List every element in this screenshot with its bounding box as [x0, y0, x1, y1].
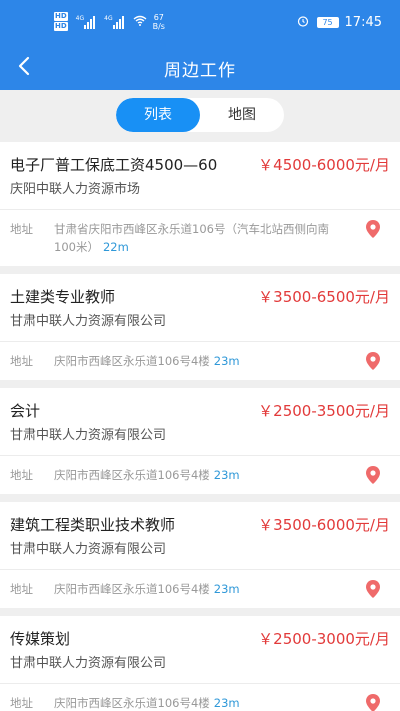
job-card-address: 地址 甘肃省庆阳市西峰区永乐道106号（汽车北站西侧向南100米） 22m — [0, 210, 400, 266]
clock-time: 17:45 — [344, 15, 382, 30]
map-pin-icon[interactable] — [366, 220, 380, 238]
job-company: 甘肃中联人力资源有限公司 — [10, 314, 167, 329]
job-card[interactable]: 会计 ￥2500-3500元/月 甘肃中联人力资源有限公司 地址 庆阳市西峰区永… — [0, 388, 400, 494]
job-salary: ￥2500-3000元/月 — [258, 630, 390, 648]
job-card[interactable]: 电子厂普工保底工资4500—60 ￥4500-6000元/月 庆阳中联人力资源市… — [0, 142, 400, 266]
distance: 23m — [213, 696, 240, 710]
job-company: 甘肃中联人力资源有限公司 — [10, 542, 167, 557]
job-card[interactable]: 传媒策划 ￥2500-3000元/月 甘肃中联人力资源有限公司 地址 庆阳市西峰… — [0, 616, 400, 711]
address-text: 庆阳市西峰区永乐道106号4楼 23m — [54, 580, 349, 598]
job-salary: ￥3500-6500元/月 — [258, 288, 390, 306]
view-switcher: 列表 地图 — [116, 98, 284, 132]
status-bar: HD HD 4G 4G 67 B/s 75 17:45 — [0, 0, 400, 44]
job-title: 会计 — [10, 402, 41, 420]
job-salary: ￥3500-6000元/月 — [258, 516, 390, 534]
battery-icon: 75 — [316, 17, 339, 28]
page-title: 周边工作 — [164, 61, 236, 81]
job-salary: ￥2500-3500元/月 — [258, 402, 390, 420]
net-type-1: 4G — [75, 15, 85, 22]
job-card-address: 地址 庆阳市西峰区永乐道106号4楼 23m — [0, 570, 400, 608]
address-text: 庆阳市西峰区永乐道106号4楼 23m — [54, 352, 349, 370]
job-card-header: 建筑工程类职业技术教师 ￥3500-6000元/月 甘肃中联人力资源有限公司 — [0, 502, 400, 570]
net-type-2: 4G — [104, 15, 113, 22]
wifi-icon — [133, 15, 147, 30]
status-right: 75 17:45 — [297, 15, 382, 30]
tab-list[interactable]: 列表 — [116, 98, 200, 132]
job-card-header: 土建类专业教师 ￥3500-6500元/月 甘肃中联人力资源有限公司 — [0, 274, 400, 342]
speed-unit: B/s — [152, 22, 165, 31]
hd-indicator: HD HD — [54, 12, 68, 32]
distance: 22m — [102, 240, 129, 254]
map-pin-icon[interactable] — [366, 694, 380, 711]
hd-badge-1: HD — [54, 12, 68, 21]
address-text: 庆阳市西峰区永乐道106号4楼 23m — [54, 466, 349, 484]
job-title: 土建类专业教师 — [10, 288, 116, 306]
nav-bar: 周边工作 — [0, 44, 400, 90]
job-company: 庆阳中联人力资源市场 — [10, 182, 141, 197]
job-title: 电子厂普工保底工资4500—60 — [10, 156, 218, 174]
view-switcher-area: 列表 地图 — [0, 90, 400, 140]
job-card-address: 地址 庆阳市西峰区永乐道106号4楼 23m — [0, 342, 400, 380]
job-title: 建筑工程类职业技术教师 — [10, 516, 176, 534]
network-speed: 67 B/s — [153, 13, 165, 31]
address-value: 甘肃省庆阳市西峰区永乐道106号（汽车北站西侧向南100米） — [54, 222, 329, 254]
address-label: 地址 — [10, 696, 33, 710]
map-pin-icon[interactable] — [366, 580, 380, 598]
signal-icon-2: 4G — [102, 15, 124, 29]
job-salary: ￥4500-6000元/月 — [258, 156, 390, 174]
hd-badge-2: HD — [54, 22, 68, 31]
address-label: 地址 — [10, 222, 33, 236]
address-label: 地址 — [10, 354, 33, 368]
address-text: 甘肃省庆阳市西峰区永乐道106号（汽车北站西侧向南100米） 22m — [54, 220, 349, 256]
job-card-address: 地址 庆阳市西峰区永乐道106号4楼 23m — [0, 684, 400, 711]
job-card[interactable]: 土建类专业教师 ￥3500-6500元/月 甘肃中联人力资源有限公司 地址 庆阳… — [0, 274, 400, 380]
job-card[interactable]: 建筑工程类职业技术教师 ￥3500-6000元/月 甘肃中联人力资源有限公司 地… — [0, 502, 400, 608]
job-list: 电子厂普工保底工资4500—60 ￥4500-6000元/月 庆阳中联人力资源市… — [0, 142, 400, 711]
address-label: 地址 — [10, 468, 33, 482]
address-text: 庆阳市西峰区永乐道106号4楼 23m — [54, 694, 349, 711]
tab-map[interactable]: 地图 — [200, 98, 284, 132]
map-pin-icon[interactable] — [366, 466, 380, 484]
alarm-clock-icon — [297, 15, 309, 30]
address-label: 地址 — [10, 582, 33, 596]
job-card-header: 电子厂普工保底工资4500—60 ￥4500-6000元/月 庆阳中联人力资源市… — [0, 142, 400, 210]
signal-icon: 4G — [74, 15, 96, 29]
speed-value: 67 — [153, 13, 164, 22]
distance: 23m — [213, 468, 240, 482]
address-value: 庆阳市西峰区永乐道106号4楼 — [54, 468, 210, 482]
distance: 23m — [213, 582, 240, 596]
status-left: HD HD 4G 4G 67 B/s — [54, 12, 165, 32]
distance: 23m — [213, 354, 240, 368]
job-card-header: 传媒策划 ￥2500-3000元/月 甘肃中联人力资源有限公司 — [0, 616, 400, 684]
job-title: 传媒策划 — [10, 630, 71, 648]
map-pin-icon[interactable] — [366, 352, 380, 370]
address-value: 庆阳市西峰区永乐道106号4楼 — [54, 696, 210, 710]
job-company: 甘肃中联人力资源有限公司 — [10, 428, 167, 443]
address-value: 庆阳市西峰区永乐道106号4楼 — [54, 354, 210, 368]
job-card-header: 会计 ￥2500-3500元/月 甘肃中联人力资源有限公司 — [0, 388, 400, 456]
address-value: 庆阳市西峰区永乐道106号4楼 — [54, 582, 210, 596]
job-card-address: 地址 庆阳市西峰区永乐道106号4楼 23m — [0, 456, 400, 494]
job-company: 甘肃中联人力资源有限公司 — [10, 656, 167, 671]
